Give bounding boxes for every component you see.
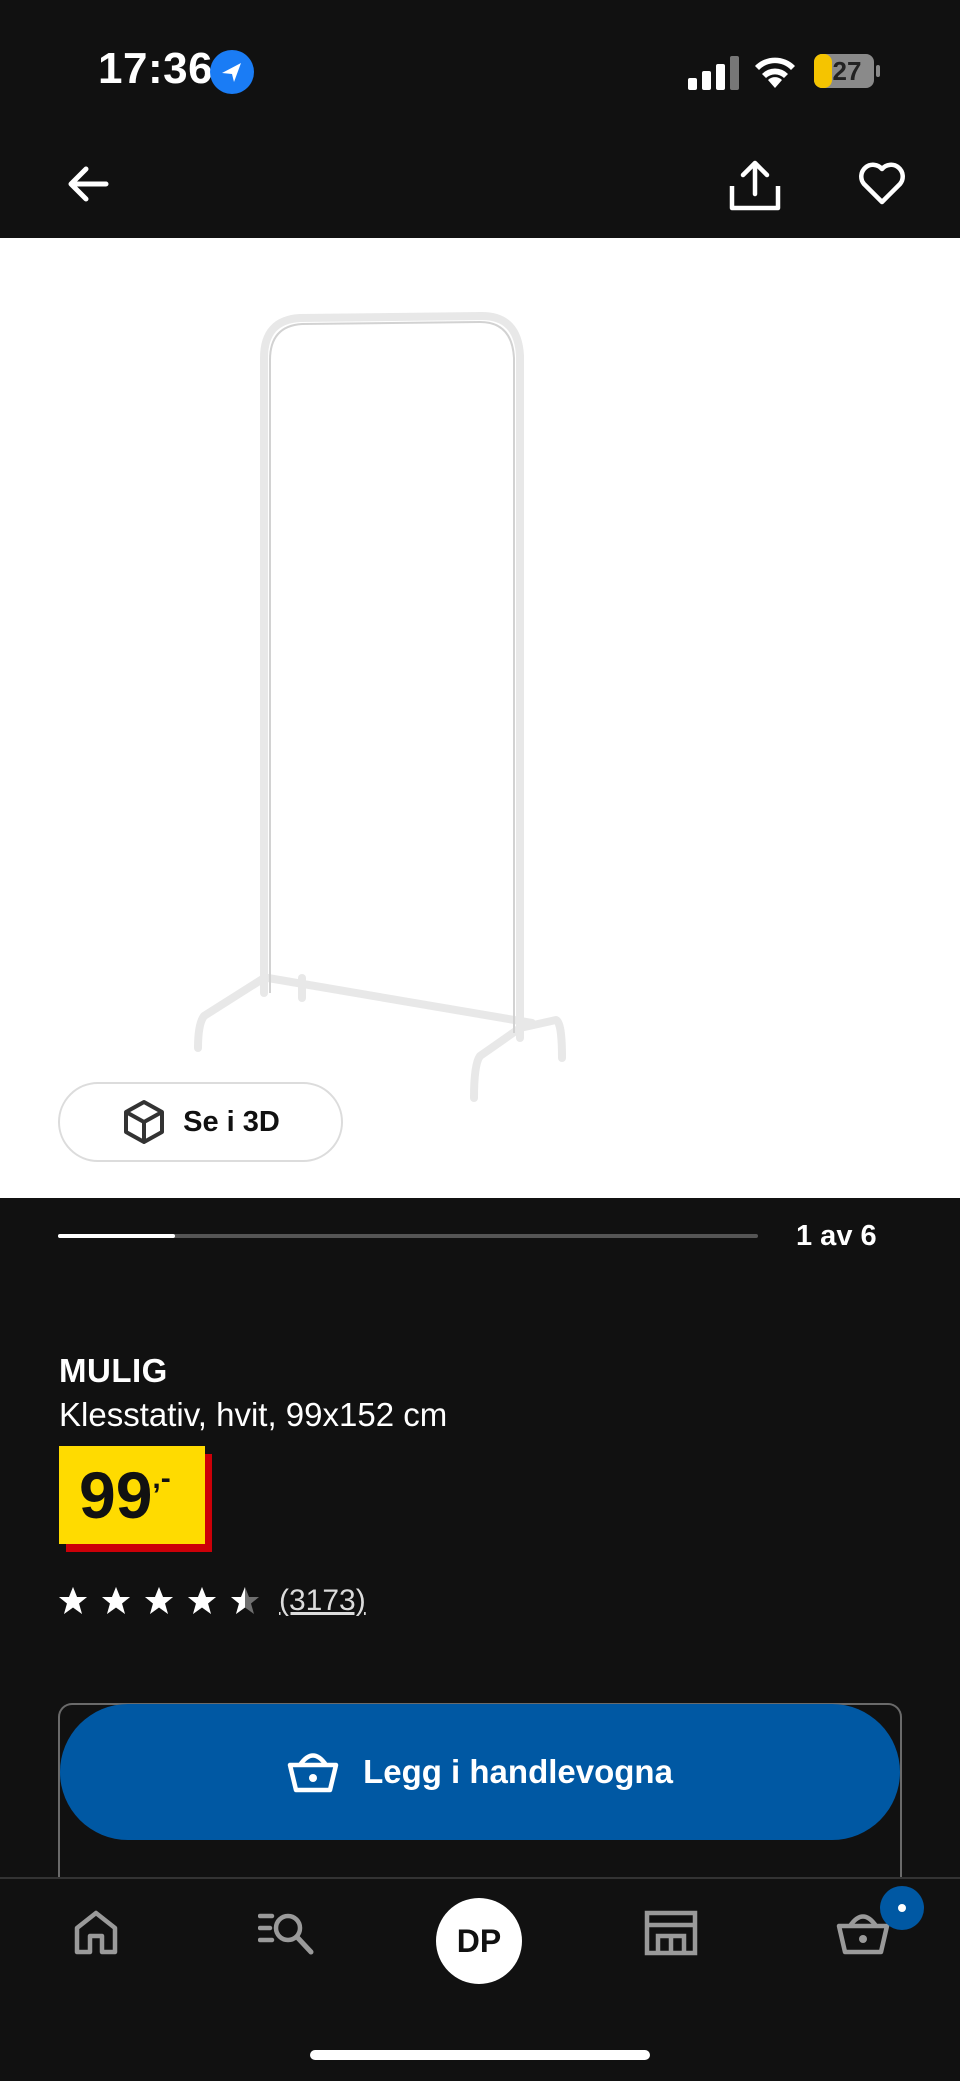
product-image[interactable]: Se i 3D bbox=[0, 238, 960, 1198]
price-suffix: ,- bbox=[152, 1462, 171, 1495]
home-indicator bbox=[310, 2050, 650, 2060]
add-to-cart-button[interactable]: Legg i handlevogna bbox=[60, 1704, 900, 1840]
add-to-cart-label: Legg i handlevogna bbox=[363, 1753, 673, 1790]
heart-icon[interactable] bbox=[858, 162, 906, 206]
home-icon[interactable] bbox=[72, 1908, 120, 1956]
star-icon bbox=[145, 1587, 173, 1614]
star-icon bbox=[102, 1587, 130, 1614]
price-tag: 99,- bbox=[59, 1446, 205, 1544]
gallery-counter: 1 av 6 bbox=[796, 1220, 877, 1252]
basket-icon bbox=[287, 1753, 339, 1793]
search-list-icon[interactable] bbox=[258, 1910, 314, 1956]
rating[interactable]: (3173) bbox=[58, 1584, 366, 1618]
battery-level: 27 bbox=[832, 56, 862, 86]
cube-3d-icon bbox=[124, 1100, 165, 1144]
share-icon[interactable] bbox=[728, 160, 782, 212]
gallery-progress-bar bbox=[58, 1234, 758, 1238]
wifi-icon bbox=[755, 57, 795, 88]
cart-badge-dot bbox=[898, 1904, 906, 1912]
star-icon bbox=[59, 1587, 87, 1614]
star-icon bbox=[188, 1587, 216, 1614]
status-time: 17:36 bbox=[98, 44, 214, 93]
avatar[interactable]: DP bbox=[436, 1898, 522, 1984]
price-value: 99 bbox=[79, 1458, 153, 1532]
status-bar: 17:36 27 bbox=[0, 0, 960, 140]
store-icon[interactable] bbox=[644, 1910, 698, 1956]
signal-icon bbox=[688, 56, 739, 90]
product-description: Klesstativ, hvit, 99x152 cm bbox=[59, 1396, 448, 1433]
gallery-progress-fill bbox=[58, 1234, 175, 1238]
view-in-3d-button[interactable]: Se i 3D bbox=[58, 1082, 343, 1162]
view-in-3d-label: Se i 3D bbox=[183, 1105, 280, 1138]
cart-badge bbox=[880, 1886, 924, 1930]
rating-stars bbox=[58, 1586, 260, 1616]
star-icon bbox=[231, 1587, 259, 1614]
review-count-link[interactable]: (3173) bbox=[279, 1584, 366, 1618]
clothes-rack-image bbox=[194, 312, 566, 1102]
product-name: MULIG bbox=[59, 1352, 168, 1389]
location-arrow-icon bbox=[210, 50, 254, 94]
back-arrow-icon[interactable] bbox=[64, 160, 112, 208]
